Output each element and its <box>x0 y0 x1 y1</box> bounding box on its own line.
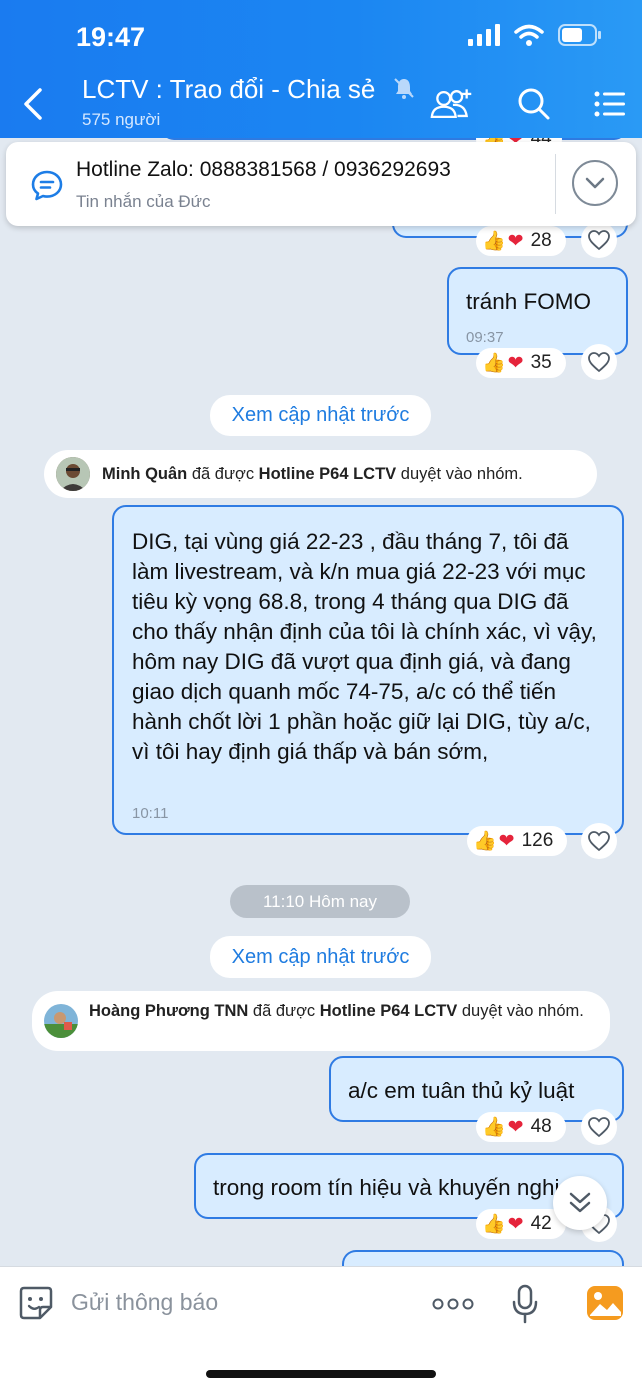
member-name[interactable]: Hoàng Phương TNN <box>89 1002 248 1020</box>
message-bubble[interactable]: a/c em tuân thủ kỷ luật <box>329 1056 624 1122</box>
chat-title[interactable]: LCTV : Trao đổi - Chia sẻ <box>82 74 415 107</box>
chat-bubble-icon <box>30 169 64 208</box>
reaction-summary[interactable]: 👍 ❤ 28 <box>476 226 566 256</box>
message-bubble[interactable]: DIG, tại vùng giá 22-23 , đầu tháng 7, t… <box>112 505 624 835</box>
photo-button[interactable] <box>586 1285 624 1326</box>
image-icon <box>587 1286 623 1320</box>
reaction-summary[interactable]: 👍 ❤ 42 <box>476 1209 566 1239</box>
add-user-icon <box>430 89 472 118</box>
message-time: 09:37 <box>466 329 504 346</box>
react-button[interactable] <box>581 222 617 258</box>
list-menu-icon <box>594 91 625 117</box>
pinned-subtitle: Tin nhắn của Đức <box>76 192 211 211</box>
member-count: 575 người <box>82 110 161 129</box>
system-text: đã được <box>187 465 259 483</box>
chevron-left-icon <box>24 88 42 120</box>
system-message-text: Minh Quân đã được Hotline P64 LCTV duyệt… <box>102 465 523 484</box>
more-dots-icon <box>432 1298 474 1310</box>
thumbs-up-icon: 👍 <box>482 353 506 374</box>
divider <box>555 154 556 214</box>
reaction-count: 126 <box>521 830 554 851</box>
thumbs-up-icon: 👍 <box>473 831 497 852</box>
message-input[interactable]: Gửi thông báo <box>71 1289 218 1316</box>
reaction-summary[interactable]: 👍 ❤ 48 <box>476 1112 566 1142</box>
message-text: a/c em tuân thủ kỷ luật <box>348 1078 575 1103</box>
pinned-message-banner[interactable]: Hotline Zalo: 0888381568 / 0936292693 Ti… <box>6 142 636 226</box>
heart-outline-icon <box>588 1117 610 1138</box>
load-previous-button[interactable]: Xem cập nhật trước <box>210 936 431 978</box>
search-icon <box>518 88 550 120</box>
more-button[interactable] <box>432 1297 474 1316</box>
reaction-count: 42 <box>530 1213 552 1234</box>
system-message-text: Hoàng Phương TNN đã được Hotline P64 LCT… <box>89 1001 599 1022</box>
heart-icon: ❤ <box>507 352 524 374</box>
message-text: trong room tín hiệu và khuyến nghị <box>213 1175 560 1200</box>
heart-icon: ❤ <box>507 1116 524 1138</box>
heart-icon: ❤ <box>507 230 524 252</box>
chevron-down-icon <box>585 177 605 189</box>
message-text: tránh FOMO <box>466 289 592 314</box>
avatar[interactable] <box>56 457 90 491</box>
menu-button[interactable] <box>588 84 632 124</box>
double-chevron-down-icon <box>569 1192 591 1213</box>
thumbs-up-icon: 👍 <box>482 231 506 252</box>
expand-pinned-button[interactable] <box>572 160 618 206</box>
scroll-to-bottom-button[interactable] <box>553 1176 607 1230</box>
reaction-count: 35 <box>530 352 552 373</box>
status-icons <box>468 24 602 46</box>
muted-bell-icon <box>393 76 415 107</box>
load-previous-button[interactable]: Xem cập nhật trước <box>210 395 431 436</box>
member-name[interactable]: Minh Quân <box>102 465 187 483</box>
system-message: Hoàng Phương TNN đã được Hotline P64 LCT… <box>32 991 610 1051</box>
system-text: đã được <box>248 1002 320 1020</box>
thumbs-up-icon: 👍 <box>482 1214 506 1235</box>
heart-outline-icon <box>588 230 610 251</box>
react-button[interactable] <box>581 1109 617 1145</box>
heart-outline-icon <box>588 831 610 852</box>
react-button[interactable] <box>581 344 617 380</box>
reaction-summary[interactable]: 👍 ❤ 35 <box>476 348 566 378</box>
message-time: 10:11 <box>132 805 169 822</box>
back-button[interactable] <box>18 84 48 124</box>
reaction-count: 28 <box>530 230 552 251</box>
sticker-icon <box>19 1286 53 1320</box>
heart-outline-icon <box>588 352 610 373</box>
reaction-summary[interactable]: 👍 ❤ 126 <box>467 826 567 856</box>
message-text: DIG, tại vùng giá 22-23 , đầu tháng 7, t… <box>132 529 597 764</box>
system-text: duyệt vào nhóm. <box>457 1002 584 1020</box>
signal-icon <box>468 24 500 46</box>
heart-icon: ❤ <box>498 830 515 852</box>
microphone-icon <box>512 1284 538 1324</box>
message-bubble[interactable]: tránh FOMO 09:37 <box>447 267 628 355</box>
add-member-button[interactable] <box>430 84 474 124</box>
voice-button[interactable] <box>511 1284 539 1329</box>
group-name: LCTV : Trao đổi - Chia sẻ <box>82 74 376 104</box>
home-indicator <box>206 1370 436 1378</box>
battery-icon <box>558 24 601 46</box>
heart-icon: ❤ <box>507 1213 524 1235</box>
approver-name[interactable]: Hotline P64 LCTV <box>259 465 397 483</box>
system-message: Minh Quân đã được Hotline P64 LCTV duyệt… <box>44 450 597 498</box>
avatar[interactable] <box>44 1004 78 1038</box>
approver-name[interactable]: Hotline P64 LCTV <box>320 1002 458 1020</box>
reaction-count: 48 <box>530 1116 552 1137</box>
search-button[interactable] <box>512 84 556 124</box>
sticker-button[interactable] <box>18 1285 54 1326</box>
date-separator: 11:10 Hôm nay <box>230 885 410 918</box>
pinned-title: Hotline Zalo: 0888381568 / 0936292693 <box>76 158 451 181</box>
status-time: 19:47 <box>76 22 146 52</box>
thumbs-up-icon: 👍 <box>482 1117 506 1138</box>
react-button[interactable] <box>581 823 617 859</box>
wifi-icon <box>514 24 544 46</box>
chat-header: 19:47 LCTV : Trao đổi - Chia sẻ 575 ngườ… <box>0 0 642 138</box>
system-text: duyệt vào nhóm. <box>396 465 523 483</box>
